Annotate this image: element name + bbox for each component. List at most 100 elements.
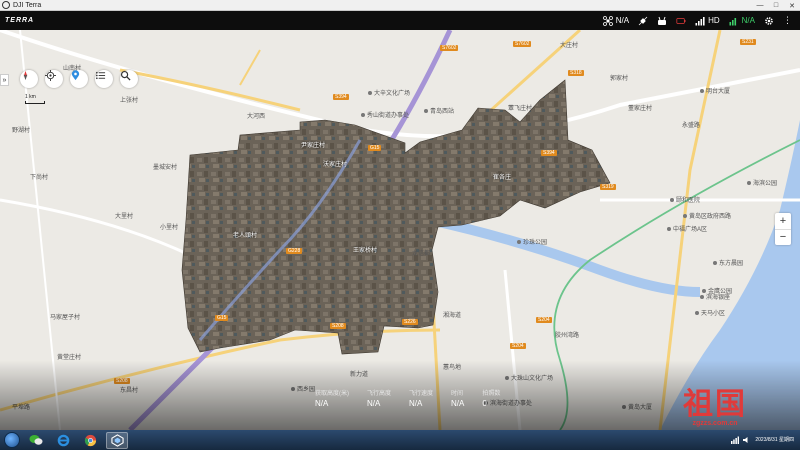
- map-scale: 1 km: [25, 94, 45, 104]
- taskbar-wechat[interactable]: [25, 432, 47, 449]
- road-number-badge: G15: [215, 315, 229, 321]
- chrome-icon: [84, 434, 96, 446]
- road-number-badge: S394: [541, 150, 557, 156]
- stat-value: N/A: [315, 399, 329, 408]
- map-place-label: 明台大厦: [700, 86, 730, 95]
- compass-button[interactable]: [20, 70, 38, 88]
- stat-altitude: 获取高度(米) N/A: [315, 388, 349, 408]
- watermark-main: 祖国: [683, 387, 747, 422]
- brand-logo: TERRA: [5, 17, 35, 24]
- stat-value: N/A: [367, 399, 381, 408]
- map-place-label: 胶州湾路: [555, 333, 580, 339]
- road-number-badge: S226: [402, 319, 418, 325]
- status-bar: N/A HD N/A ⋮: [602, 15, 792, 26]
- map-place-label: 大庄村: [560, 43, 579, 49]
- start-button[interactable]: [4, 432, 20, 448]
- pin-button[interactable]: [70, 70, 88, 88]
- map-place-label: 老人頭村: [233, 233, 258, 239]
- settings-gear-icon[interactable]: [764, 16, 774, 26]
- stat-flight-height: 飞行高度 N/A: [367, 388, 391, 408]
- volume-icon[interactable]: [743, 436, 751, 444]
- clock-date: 2023/8/31 星期四: [755, 436, 794, 443]
- zoom-in-button[interactable]: +: [775, 213, 791, 230]
- stat-value: N/A: [451, 399, 465, 408]
- windows-taskbar: 2023/8/31 星期四: [0, 430, 800, 450]
- map-place-label: 滨海银座: [700, 292, 730, 301]
- hd-signal: HD: [695, 16, 720, 26]
- aircraft-status-value: N/A: [615, 16, 630, 25]
- road-number-badge: G228: [286, 248, 303, 254]
- map-pin-icon: [71, 70, 80, 81]
- map-place-label: 秀山街道办事处: [361, 110, 409, 119]
- map-place-label: 野湖村: [12, 128, 31, 134]
- list-icon: [96, 71, 106, 80]
- satellite-icon: [638, 16, 648, 25]
- map-place-label: 黄岛区政府西路: [683, 211, 731, 220]
- network-icon[interactable]: [731, 436, 740, 444]
- stat-value: N/A: [409, 399, 423, 408]
- stat-label: 飞行速度: [409, 391, 434, 397]
- map-place-label: 珍珠公园: [517, 237, 547, 246]
- map-place-label: 海滨公园: [747, 178, 777, 187]
- stat-time: 时间 N/A: [451, 388, 464, 408]
- rc-status: [657, 16, 667, 26]
- system-clock[interactable]: 2023/8/31 星期四: [755, 437, 794, 444]
- map-place-label: 中福广场A区: [667, 224, 707, 233]
- stat-label: 飞行高度: [367, 391, 392, 397]
- taskbar-chrome[interactable]: [79, 432, 101, 449]
- map-place-label: 大辛文化广场: [368, 88, 410, 97]
- app-header: TERRA N/A HD N/A ⋮: [0, 11, 800, 30]
- taskbar-dji-terra[interactable]: [106, 431, 128, 449]
- road-number-badge: S204: [510, 343, 526, 349]
- list-button[interactable]: [95, 70, 113, 88]
- drone-icon: [602, 15, 613, 26]
- map-place-label: 尹家庄村: [301, 143, 326, 149]
- dji-app-icon: [2, 1, 10, 9]
- window-title-bar: DJI Terra — □ ✕: [0, 0, 800, 11]
- road-number-badge: S318: [568, 70, 584, 76]
- compass-icon: [23, 70, 28, 81]
- flight-stats: 获取高度(米) N/A 飞行高度 N/A 飞行速度 N/A 时间 N/A 拍照数…: [315, 388, 500, 408]
- video-status: N/A: [729, 16, 755, 26]
- road-number-badge: S231: [740, 39, 756, 45]
- map-place-label: 董家庄村: [628, 106, 653, 112]
- video-status-value: N/A: [741, 16, 755, 25]
- map-place-label: 下尚村: [30, 175, 49, 181]
- map-place-label: 马家屋子村: [50, 315, 81, 321]
- system-tray: 2023/8/31 星期四: [731, 436, 794, 444]
- map-place-label: 郭家村: [610, 76, 629, 82]
- road-number-badge: G15: [368, 145, 382, 151]
- video-signal-icon: [729, 17, 736, 25]
- side-panel-toggle[interactable]: »: [0, 74, 9, 86]
- road-number-badge: S7602: [440, 45, 459, 51]
- more-options-icon[interactable]: ⋮: [783, 15, 792, 26]
- locate-button[interactable]: [45, 70, 63, 88]
- minimize-button[interactable]: —: [752, 0, 768, 11]
- map-place-label: 上张村: [120, 98, 139, 104]
- window-title: DJI Terra: [13, 1, 42, 9]
- map-place-label: 蕈飞庄村: [508, 106, 533, 112]
- map-place-label: 墨城安村: [153, 165, 178, 171]
- road-number-badge: S7602: [513, 41, 532, 47]
- map-place-label: 小里村: [160, 225, 179, 231]
- window-controls: — □ ✕: [752, 0, 800, 10]
- zoom-out-button[interactable]: −: [775, 230, 791, 246]
- search-button[interactable]: [120, 70, 138, 88]
- gps-status: [638, 16, 648, 26]
- road-number-badge: S208: [330, 323, 346, 329]
- map-place-label: 大里村: [115, 214, 134, 220]
- signal-bars-icon: [695, 16, 705, 25]
- stat-value: 0: [482, 399, 487, 408]
- watermark-url: zgzzs.com.cn: [692, 420, 738, 427]
- wechat-icon: [29, 435, 43, 445]
- map-place-label: 崔各庄: [493, 175, 512, 181]
- map-place-label: 龙信都: [412, 251, 431, 257]
- remote-controller-icon: [658, 16, 667, 25]
- map-place-label: 天马小区: [695, 308, 725, 317]
- maximize-button[interactable]: □: [768, 0, 784, 11]
- stat-label: 拍照数: [482, 391, 501, 397]
- road-number-badge: S319: [600, 184, 616, 190]
- close-button[interactable]: ✕: [784, 0, 800, 11]
- taskbar-ie[interactable]: [52, 432, 74, 449]
- map-place-label: 王家桥村: [353, 248, 378, 254]
